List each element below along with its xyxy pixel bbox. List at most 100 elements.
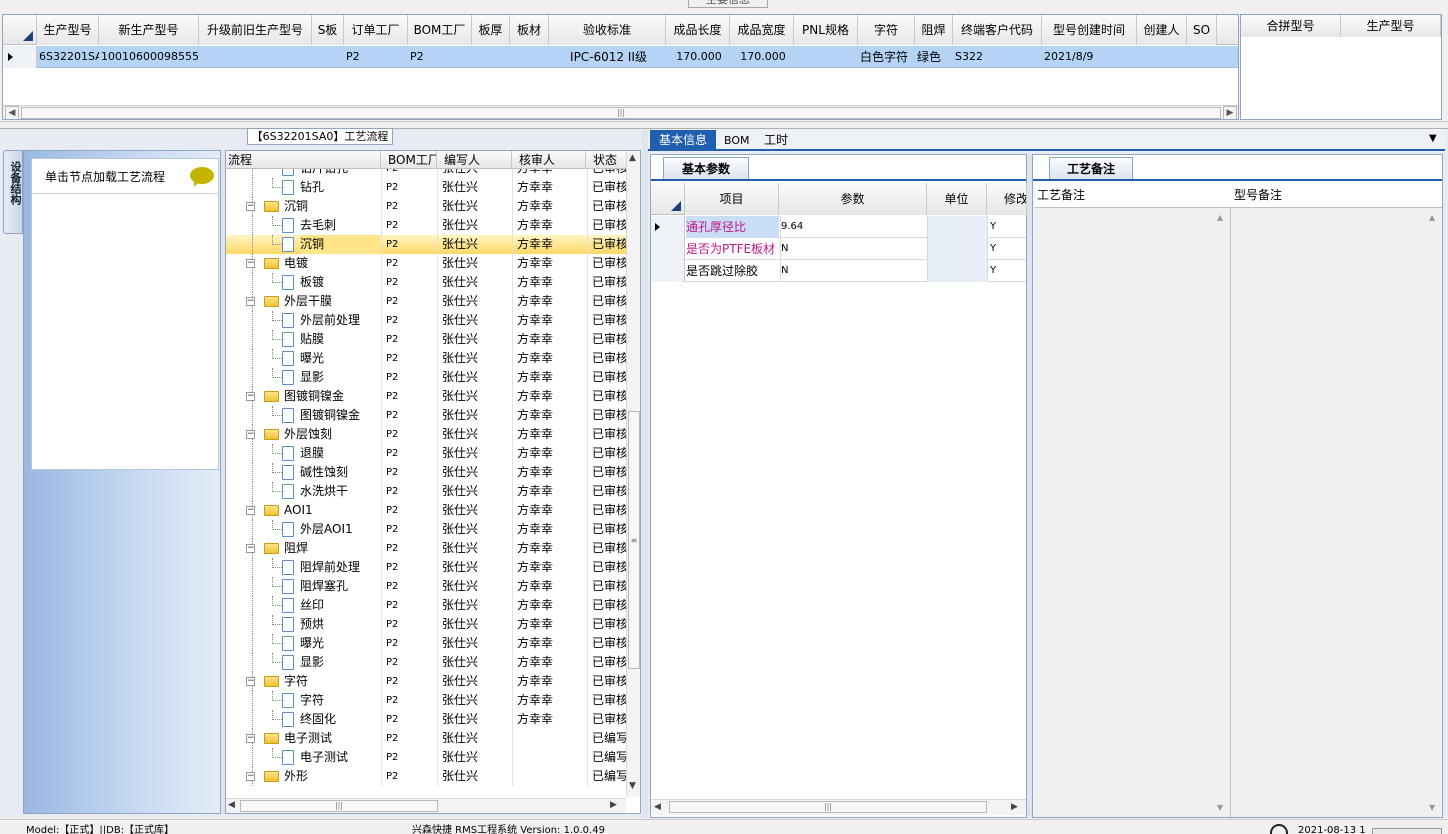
flow-row[interactable]: 显影 P2 张仕兴 方幸幸 已审核 bbox=[226, 653, 630, 672]
scroll-right-icon[interactable]: ▶ bbox=[1223, 106, 1237, 119]
main-col-17[interactable]: SO bbox=[1187, 15, 1217, 45]
vscroll-thumb[interactable]: ≡ bbox=[628, 411, 640, 669]
main-col-14[interactable]: 终端客户代码 bbox=[953, 15, 1042, 45]
main-cell-8[interactable]: IPC-6012 II级 bbox=[551, 46, 666, 68]
collapse-toggle-icon[interactable]: − bbox=[246, 734, 255, 743]
main-col-6[interactable]: 板厚 bbox=[472, 15, 510, 45]
flow-row[interactable]: − 外层干膜 P2 张仕兴 方幸幸 已审核 bbox=[226, 292, 630, 311]
main-cell-1[interactable]: 10010600098555 bbox=[101, 46, 199, 68]
main-col-0[interactable]: 生产型号 bbox=[37, 15, 99, 45]
side-grid[interactable]: 合拼型号 生产型号 bbox=[1240, 14, 1442, 120]
flow-row[interactable]: − 电子测试 P2 张仕兴 已编写 bbox=[226, 729, 630, 748]
param-value[interactable]: N bbox=[780, 238, 927, 260]
flow-row[interactable]: − 阻焊 P2 张仕兴 方幸幸 已审核 bbox=[226, 539, 630, 558]
main-col-4[interactable]: 订单工厂 bbox=[344, 15, 408, 45]
main-cell-11[interactable] bbox=[796, 46, 858, 68]
main-col-5[interactable]: BOM工厂 bbox=[408, 15, 472, 45]
tab-basic-info[interactable]: 基本信息 bbox=[650, 130, 716, 151]
col-unit[interactable]: 单位 bbox=[927, 183, 987, 215]
flow-row[interactable]: 碱性蚀刻 P2 张仕兴 方幸幸 已审核 bbox=[226, 463, 630, 482]
flow-row[interactable]: 去毛刺 P2 张仕兴 方幸幸 已审核 bbox=[226, 216, 630, 235]
flow-tree[interactable]: 流程 BOM工厂 编写人 核审人 状态 铝片钻孔P2张仕兴方幸幸已审核钻孔P2张… bbox=[225, 150, 641, 814]
main-cell-7[interactable] bbox=[512, 46, 549, 68]
flow-row[interactable]: − 字符 P2 张仕兴 方幸幸 已审核 bbox=[226, 672, 630, 691]
hint-box[interactable]: 单击节点加载工艺流程 bbox=[31, 158, 219, 470]
col-bom[interactable]: BOM工厂 bbox=[382, 151, 437, 169]
flow-row[interactable]: 阻焊塞孔 P2 张仕兴 方幸幸 已审核 bbox=[226, 577, 630, 596]
basic-params-tab[interactable]: 基本参数 bbox=[663, 157, 749, 179]
main-cell-6[interactable] bbox=[474, 46, 510, 68]
flow-vscroll[interactable]: ▲ ≡ ▼ bbox=[626, 151, 640, 797]
tab-dropdown-icon[interactable]: ▼ bbox=[1429, 133, 1437, 144]
splitter-mid[interactable] bbox=[642, 130, 648, 818]
collapse-toggle-icon[interactable]: − bbox=[246, 297, 255, 306]
main-cell-14[interactable]: S322 bbox=[955, 46, 1042, 68]
scroll-up-icon[interactable]: ▲ bbox=[1217, 213, 1223, 222]
param-value[interactable]: N bbox=[780, 260, 927, 282]
main-cell-4[interactable]: P2 bbox=[346, 46, 408, 68]
scroll-left-icon[interactable]: ◀ bbox=[228, 800, 235, 810]
collapse-toggle-icon[interactable]: − bbox=[246, 677, 255, 686]
collapse-toggle-icon[interactable]: − bbox=[246, 202, 255, 211]
main-cell-2[interactable] bbox=[201, 46, 312, 68]
collapse-toggle-icon[interactable]: − bbox=[246, 772, 255, 781]
main-col-11[interactable]: PNL规格 bbox=[794, 15, 858, 45]
param-unit[interactable] bbox=[927, 260, 987, 282]
flow-row[interactable]: 终固化 P2 张仕兴 方幸幸 已审核 bbox=[226, 710, 630, 729]
col-mod[interactable]: 修改 bbox=[987, 183, 1027, 215]
main-grid[interactable]: 生产型号 新生产型号 升级前旧生产型号 S板 订单工厂 BOM工厂 板厚 板材 验收标准 成品长度… bbox=[2, 14, 1239, 120]
hscroll-thumb[interactable]: ||| bbox=[669, 801, 987, 813]
param-unit[interactable] bbox=[927, 238, 987, 260]
flow-row[interactable]: 外层AOI1 P2 张仕兴 方幸幸 已审核 bbox=[226, 520, 630, 539]
param-row[interactable]: 是否跳过除胶 N Y bbox=[651, 260, 1026, 282]
flow-row[interactable]: 水洗烘干 P2 张仕兴 方幸幸 已审核 bbox=[226, 482, 630, 501]
flow-row[interactable]: − 外形 P2 张仕兴 已编写 bbox=[226, 767, 630, 786]
col-writer[interactable]: 编写人 bbox=[438, 151, 512, 169]
main-col-16[interactable]: 创建人 bbox=[1137, 15, 1187, 45]
main-col-13[interactable]: 阻焊 bbox=[915, 15, 953, 45]
main-cell-12[interactable]: 白色字符 bbox=[860, 46, 915, 68]
flow-row[interactable]: 板镀 P2 张仕兴 方幸幸 已审核 bbox=[226, 273, 630, 292]
main-col-2[interactable]: 升级前旧生产型号 bbox=[199, 15, 312, 45]
main-cell-5[interactable]: P2 bbox=[410, 46, 472, 68]
col-status[interactable]: 状态 bbox=[587, 151, 630, 169]
main-cell-17[interactable] bbox=[1189, 46, 1217, 68]
flow-row[interactable]: 显影 P2 张仕兴 方幸幸 已审核 bbox=[226, 368, 630, 387]
flow-row[interactable]: 钻孔 P2 张仕兴 方幸幸 已审核 bbox=[226, 178, 630, 197]
flow-row[interactable]: 曝光 P2 张仕兴 方幸幸 已审核 bbox=[226, 349, 630, 368]
tab-worktime[interactable]: 工时 bbox=[764, 130, 788, 151]
main-col-15[interactable]: 型号创建时间 bbox=[1042, 15, 1137, 45]
params-hscroll[interactable]: ◀ ||| ▶ bbox=[651, 799, 1026, 815]
collapse-toggle-icon[interactable]: − bbox=[246, 430, 255, 439]
param-value[interactable]: 9.64 bbox=[780, 216, 927, 238]
flow-row[interactable]: 贴膜 P2 张仕兴 方幸幸 已审核 bbox=[226, 330, 630, 349]
scroll-thumb[interactable]: ||| bbox=[21, 107, 1221, 119]
col-flow[interactable]: 流程 bbox=[228, 151, 381, 169]
hscroll-thumb[interactable]: ||| bbox=[240, 800, 438, 812]
scroll-left-icon[interactable]: ◀ bbox=[5, 106, 19, 119]
flow-row[interactable]: 曝光 P2 张仕兴 方幸幸 已审核 bbox=[226, 634, 630, 653]
param-unit[interactable] bbox=[927, 216, 987, 238]
scroll-right-icon[interactable]: ▶ bbox=[610, 800, 617, 810]
left-vertical-tab[interactable]: 设备结构 bbox=[3, 150, 23, 234]
main-cell-15[interactable]: 2021/8/9 bbox=[1044, 46, 1137, 68]
scroll-right-icon[interactable]: ▶ bbox=[1011, 802, 1018, 812]
flow-row[interactable]: 字符 P2 张仕兴 方幸幸 已审核 bbox=[226, 691, 630, 710]
flow-row[interactable]: − AOI1 P2 张仕兴 方幸幸 已审核 bbox=[226, 501, 630, 520]
scroll-left-icon[interactable]: ◀ bbox=[654, 802, 661, 812]
flow-row[interactable]: 阻焊前处理 P2 张仕兴 方幸幸 已审核 bbox=[226, 558, 630, 577]
collapse-toggle-icon[interactable]: − bbox=[246, 544, 255, 553]
flow-row[interactable]: 丝印 P2 张仕兴 方幸幸 已审核 bbox=[226, 596, 630, 615]
flow-row[interactable]: − 沉铜 P2 张仕兴 方幸幸 已审核 bbox=[226, 197, 630, 216]
main-col-3[interactable]: S板 bbox=[312, 15, 344, 45]
flow-row[interactable]: − 电镀 P2 张仕兴 方幸幸 已审核 bbox=[226, 254, 630, 273]
main-col-9[interactable]: 成品长度 bbox=[666, 15, 730, 45]
main-col-1[interactable]: 新生产型号 bbox=[99, 15, 199, 45]
scroll-down-icon[interactable]: ▼ bbox=[629, 781, 636, 791]
side-col-prod[interactable]: 生产型号 bbox=[1341, 15, 1441, 37]
main-col-12[interactable]: 字符 bbox=[858, 15, 915, 45]
resize-grip[interactable] bbox=[1372, 828, 1442, 834]
param-row[interactable]: 通孔厚径比 9.64 Y bbox=[651, 216, 1026, 238]
main-cell-16[interactable] bbox=[1139, 46, 1187, 68]
main-grid-hscroll[interactable]: ◀ ||| ▶ bbox=[3, 105, 1238, 119]
